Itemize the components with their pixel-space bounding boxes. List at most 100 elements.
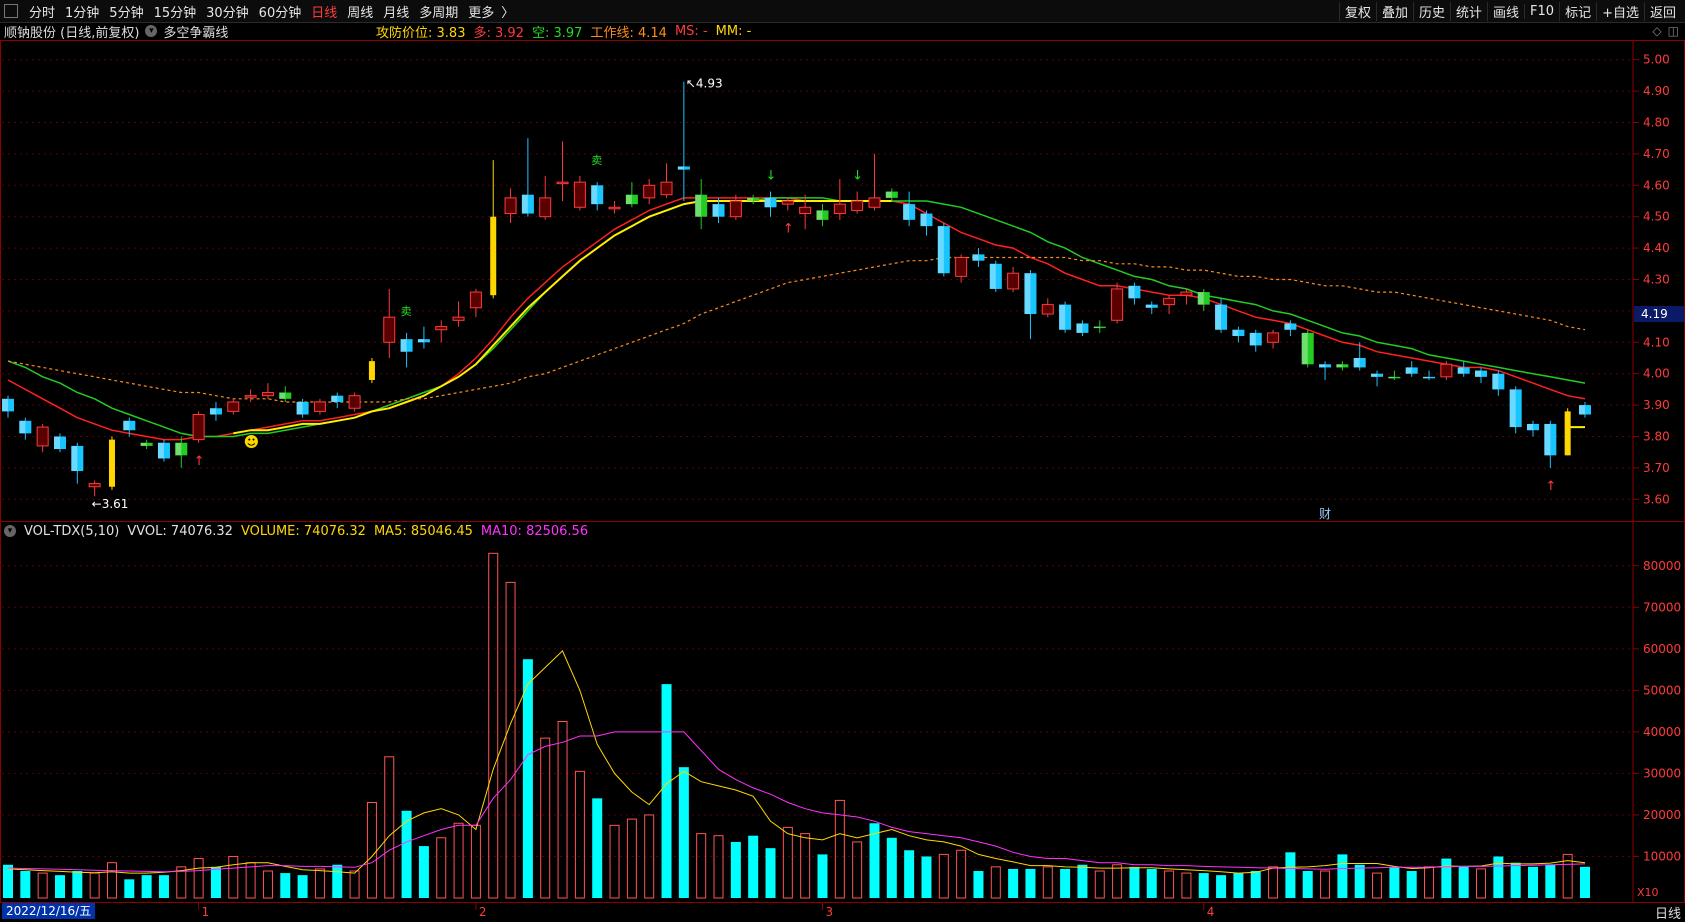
volume-bar: [1354, 864, 1365, 898]
period-status: 日线: [1654, 907, 1681, 922]
candle: [695, 179, 708, 230]
candle-highlight: [1509, 389, 1516, 428]
volume-bar: [1008, 868, 1019, 898]
candle-highlight: [53, 436, 60, 450]
candle-highlight: [1475, 370, 1482, 377]
up-arrow-icon: ↑: [783, 221, 794, 236]
candle-highlight: [816, 210, 823, 220]
candle: [1076, 320, 1089, 337]
price-axis-label: 5.00: [1643, 53, 1670, 67]
volume-axis-label: 80000: [1643, 559, 1681, 573]
finance-marker: 财: [1319, 507, 1331, 521]
candle: [417, 326, 430, 349]
volume-ma10-line: [7, 731, 1586, 873]
line-工作线: [7, 256, 1586, 403]
volume-bar: [1441, 858, 1452, 898]
candle: [53, 433, 66, 453]
candle: [1423, 370, 1436, 380]
candle-highlight: [1527, 423, 1534, 431]
candle-body: [88, 483, 101, 488]
price-axis-label: 3.60: [1643, 492, 1670, 506]
candle: [1059, 301, 1072, 333]
volume-bar: [349, 870, 360, 899]
down-arrow-icon: ↓: [766, 169, 777, 184]
month-tick-label: 3: [825, 905, 833, 919]
candle-highlight: [764, 197, 771, 208]
candle: [1249, 329, 1262, 352]
volume-bar: [938, 853, 949, 899]
candle: [643, 179, 656, 205]
candle: [1024, 270, 1037, 340]
volume-bar: [1389, 866, 1400, 898]
volume-bar: [1077, 864, 1088, 898]
candle: [490, 160, 497, 299]
volume-bar: [886, 837, 897, 898]
chevron-down-icon[interactable]: ▾: [4, 525, 16, 537]
volume-bar: [332, 864, 343, 898]
volume-axis-label: 30000: [1643, 766, 1681, 780]
candle: [1527, 420, 1540, 437]
candle-body: [348, 395, 361, 409]
candle: [937, 222, 950, 277]
volume-bar: [1164, 870, 1175, 899]
candle: [1509, 386, 1522, 434]
candle: [573, 175, 586, 211]
price-axis-label: 4.50: [1643, 210, 1670, 224]
volume-bar: [193, 858, 204, 899]
candle: [2, 395, 14, 418]
candle: [435, 320, 448, 343]
volume-bar: [713, 835, 724, 899]
candle: [175, 436, 188, 468]
candle: [816, 204, 829, 227]
candle: [1492, 370, 1505, 396]
candle-body: [435, 326, 448, 331]
candle: [1301, 329, 1314, 368]
volume-indicator-name[interactable]: VOL-TDX(5,10): [24, 524, 119, 539]
candle-highlight: [1249, 332, 1256, 346]
volume-bar: [574, 770, 585, 899]
candle-highlight: [1232, 329, 1239, 337]
volume-bar: [1181, 872, 1192, 899]
volume-bar: [228, 855, 239, 899]
candle-highlight: [175, 442, 182, 456]
chart-canvas[interactable]: 5.004.904.804.704.604.504.404.304.204.10…: [0, 0, 1685, 920]
volume-bar: [1060, 868, 1071, 898]
candle: [348, 392, 361, 412]
candle-highlight: [1544, 423, 1551, 456]
candle-highlight: [521, 194, 528, 214]
candle: [71, 442, 84, 484]
candle: [209, 401, 222, 421]
price-axis-label: 4.00: [1643, 367, 1670, 381]
volume-axis-label: 60000: [1643, 642, 1681, 656]
volume-bar: [384, 756, 395, 899]
candle-body: [539, 197, 552, 218]
volume-bar: [609, 824, 620, 899]
volume-value: VOLUME: 74076.32: [240, 523, 366, 539]
candle-body: [261, 392, 274, 397]
volume-axis-label: 20000: [1643, 808, 1681, 822]
volume-bar: [852, 841, 863, 899]
volume-bar: [505, 581, 516, 899]
candle-highlight: [989, 263, 996, 289]
candle-highlight: [2, 398, 8, 412]
cursor-date-label: 2022/12/16/五: [2, 903, 96, 919]
volume-bar: [1285, 852, 1296, 898]
volume-bar: [1268, 866, 1279, 899]
price-axis-label: 4.40: [1643, 241, 1670, 255]
candle-body: [799, 206, 812, 215]
candle-body: [851, 200, 864, 211]
candle: [677, 81, 690, 201]
volume-bar: [1233, 873, 1244, 898]
candle: [331, 392, 344, 409]
volume-bar: [297, 875, 308, 898]
candle: [955, 254, 968, 283]
volume-bar: [1510, 862, 1521, 898]
volume-ma5-line: [7, 650, 1586, 874]
volume-bar: [1198, 873, 1209, 898]
volume-bar: [904, 850, 915, 898]
candle-highlight: [279, 392, 286, 399]
month-tick-label: 2: [479, 905, 487, 919]
volume-bar: [20, 871, 31, 898]
candle-body: [244, 395, 257, 398]
candle: [368, 358, 375, 384]
